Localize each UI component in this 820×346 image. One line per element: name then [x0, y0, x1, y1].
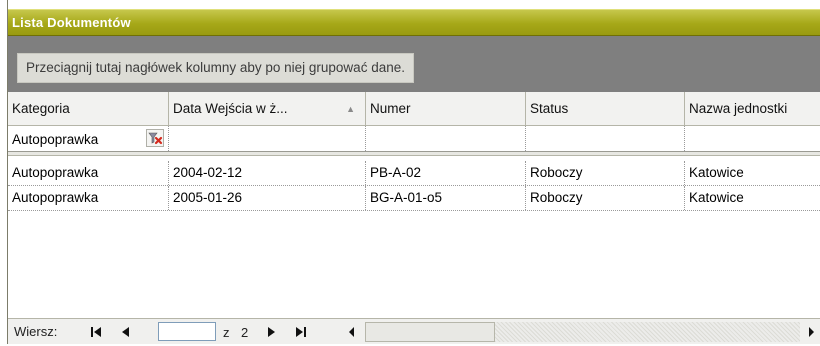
group-by-panel[interactable]: Przeciągnij tutaj nagłówek kolumny aby p…: [8, 36, 820, 92]
cell-data-wejscia: 2005-01-26: [169, 186, 366, 210]
column-header-label: Kategoria: [12, 101, 70, 116]
column-header-label: Nazwa jednostki: [689, 101, 788, 116]
filter-cell-numer[interactable]: [366, 126, 526, 151]
column-header-status[interactable]: Status: [526, 92, 685, 126]
cell-numer: BG-A-01-o5: [366, 186, 526, 210]
cell-data-wejscia: 2004-02-12: [169, 161, 366, 185]
row-label: Wiersz:: [14, 324, 58, 339]
cell-status: Roboczy: [526, 186, 685, 210]
documents-grid: Kategoria Data Wejścia w ż... ▲ Numer St…: [8, 92, 820, 344]
filter-cell-data-wejscia[interactable]: [169, 126, 366, 151]
title-bar: Lista Dokumentów: [8, 9, 820, 36]
filter-cell-nazwa-jednostki[interactable]: [685, 126, 820, 151]
last-page-icon[interactable]: [293, 324, 309, 340]
table-row[interactable]: Autopoprawka 2005-01-26 BG-A-01-o5 Roboc…: [8, 186, 820, 211]
column-header-numer[interactable]: Numer: [366, 92, 526, 126]
window-title: Lista Dokumentów: [12, 15, 131, 30]
left-border: [0, 0, 8, 344]
filter-cell-kategoria[interactable]: [8, 126, 174, 151]
table-row[interactable]: Autopoprawka 2004-02-12 PB-A-02 Roboczy …: [8, 161, 820, 186]
sort-ascending-icon: ▲: [346, 104, 355, 114]
group-by-hint: Przeciągnij tutaj nagłówek kolumny aby p…: [17, 53, 414, 83]
of-label: z: [223, 325, 230, 340]
cell-kategoria: Autopoprawka: [8, 186, 169, 210]
pager-bar: Wiersz: z 2: [8, 318, 820, 344]
cell-kategoria: Autopoprawka: [8, 161, 169, 185]
cell-nazwa-jednostki: Katowice: [689, 165, 744, 180]
cell-status: Roboczy: [526, 161, 685, 185]
row-total: 2: [241, 325, 249, 340]
horizontal-scrollbar[interactable]: [343, 321, 820, 343]
document-list-window: Lista Dokumentów Przeciągnij tutaj nagłó…: [0, 0, 820, 344]
column-header-data-wejscia[interactable]: Data Wejścia w ż... ▲: [169, 92, 366, 126]
filter-row: [8, 126, 820, 152]
next-page-icon[interactable]: [263, 324, 279, 340]
filter-separator: [8, 152, 820, 156]
column-header-label: Status: [530, 101, 569, 116]
scroll-left-icon[interactable]: [343, 321, 361, 343]
cell-numer: PB-A-02: [366, 161, 526, 185]
column-header-row: Kategoria Data Wejścia w ż... ▲ Numer St…: [8, 92, 820, 126]
column-header-kategoria[interactable]: Kategoria: [8, 92, 169, 126]
clear-filter-icon[interactable]: [146, 129, 164, 147]
cell-nazwa-jednostki: Katowice: [689, 190, 744, 205]
previous-page-icon[interactable]: [118, 324, 134, 340]
column-header-nazwa-jednostki[interactable]: Nazwa jednostki: [685, 92, 820, 126]
scrollbar-track[interactable]: [495, 322, 800, 342]
column-header-label: Numer: [370, 101, 411, 116]
column-header-label: Data Wejścia w ż...: [173, 101, 288, 116]
first-page-icon[interactable]: [88, 324, 104, 340]
scroll-right-icon[interactable]: [802, 321, 820, 343]
filter-cell-status[interactable]: [526, 126, 685, 151]
scrollbar-thumb[interactable]: [365, 322, 495, 342]
current-row-input[interactable]: [158, 322, 216, 341]
